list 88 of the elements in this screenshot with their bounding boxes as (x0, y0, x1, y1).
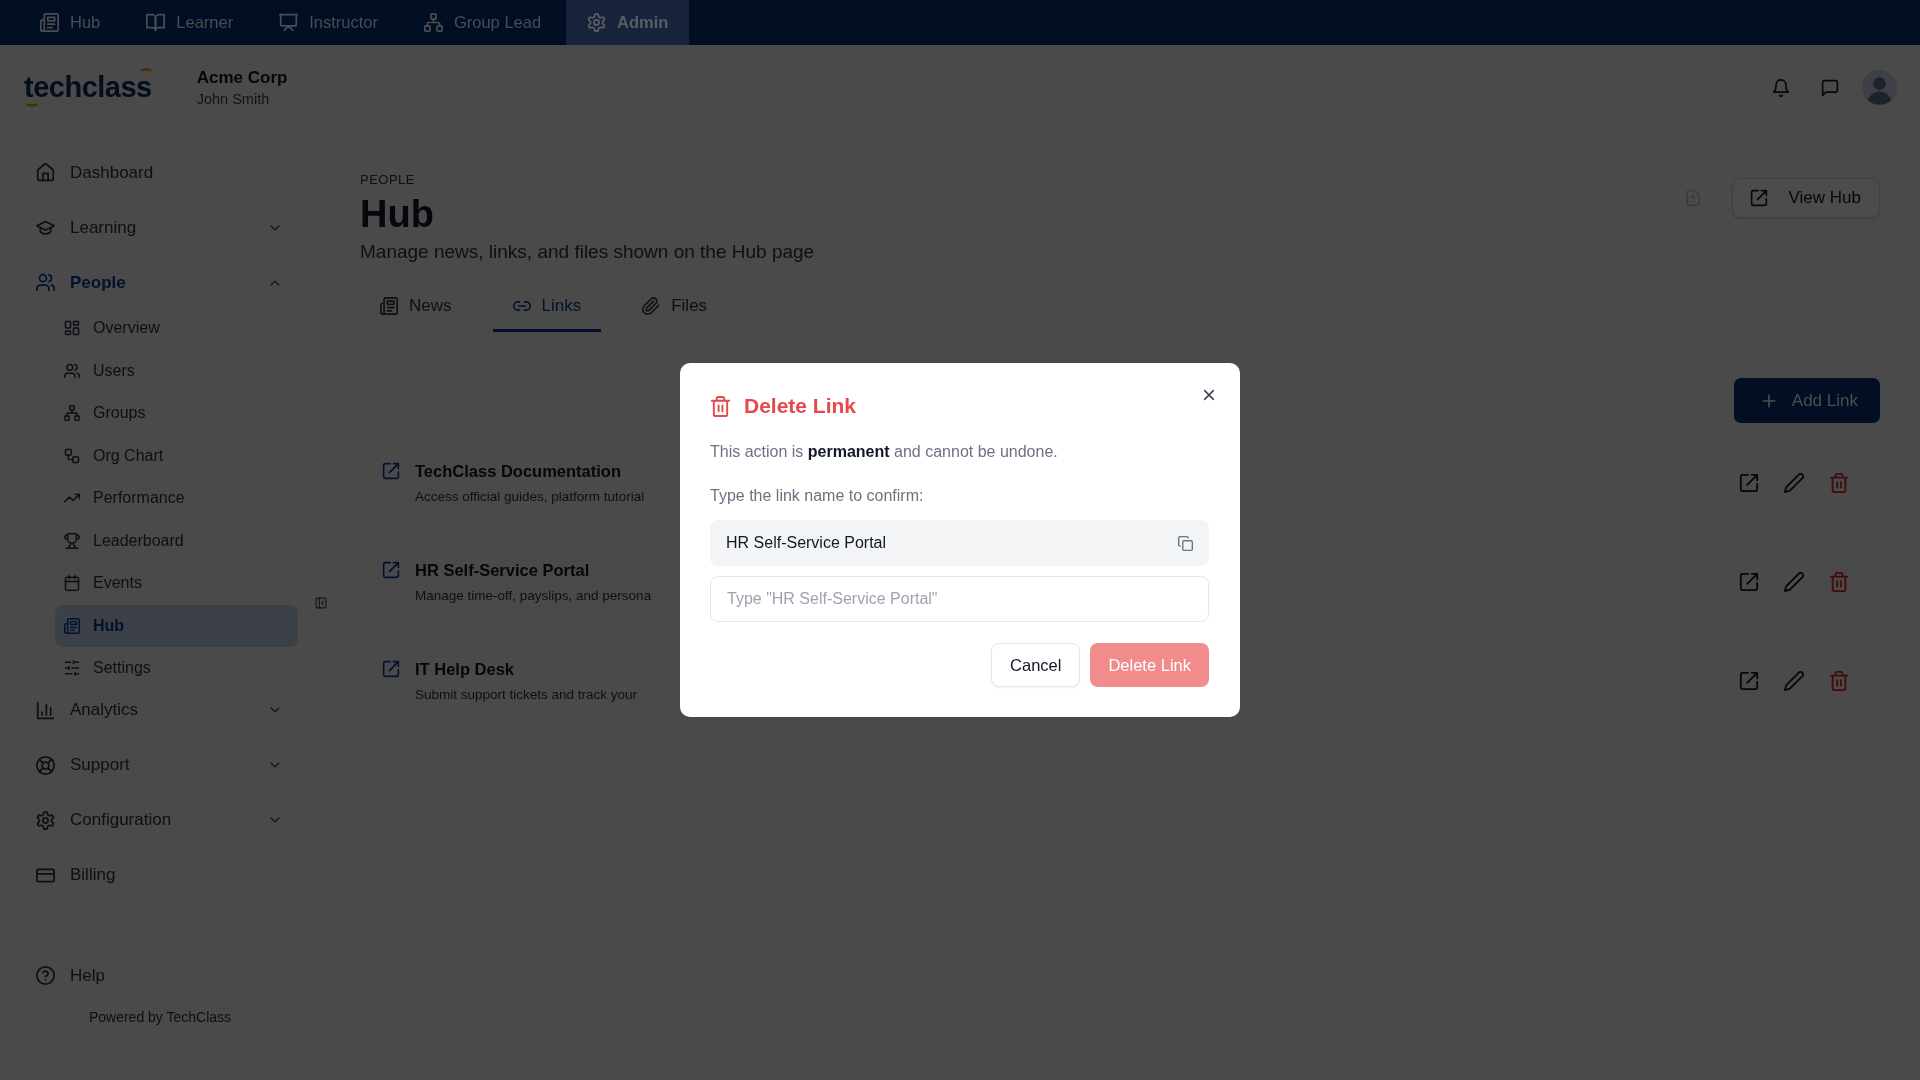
bell-icon[interactable] (1772, 78, 1790, 97)
graduation-cap-icon (36, 218, 55, 237)
external-link-icon (382, 660, 400, 678)
copy-icon[interactable] (1178, 535, 1193, 551)
sidebar-item[interactable]: Billing (22, 852, 298, 898)
people-icon (64, 362, 80, 379)
help-icon (36, 966, 55, 985)
trash-icon[interactable] (1829, 473, 1849, 493)
external-link-icon[interactable] (1739, 473, 1759, 493)
settings-icon (587, 13, 607, 32)
tab[interactable]: News (360, 284, 472, 332)
external-link-icon[interactable] (1739, 671, 1759, 691)
pencil-icon[interactable] (1784, 473, 1804, 493)
calendar-icon (64, 575, 80, 592)
warning-message: This action is permanent and cannot be undone. (710, 442, 1059, 462)
external-link-icon (382, 462, 400, 480)
section-label: PEOPLE (360, 171, 417, 189)
sidebar-item[interactable]: People (22, 260, 298, 305)
link-title: HR Self-Service Portal (415, 560, 590, 581)
presentation-board-icon (279, 13, 299, 32)
link-description: Submit support tickets and track your (415, 686, 638, 704)
trash-icon[interactable] (1829, 671, 1849, 691)
view-hub-button[interactable]: View Hub (1731, 178, 1880, 218)
sidebar-item[interactable]: Support (22, 742, 298, 788)
top-nav-tab[interactable]: Learner (125, 0, 255, 45)
sidebar-subitem[interactable]: Events (55, 562, 298, 605)
pencil-icon[interactable] (1784, 572, 1804, 592)
newspaper-icon (64, 617, 80, 634)
add-link-button[interactable]: Add Link (1733, 378, 1880, 423)
pencil-icon[interactable] (1784, 671, 1804, 691)
external-link-icon[interactable] (1739, 572, 1759, 592)
dialog-title: Delete Link (744, 393, 857, 419)
sidebar-subitem[interactable]: Org Chart (55, 434, 298, 477)
sidebar-item[interactable]: Analytics (22, 687, 298, 733)
help-link[interactable]: Help (22, 953, 298, 998)
sidebar-subitem[interactable]: Settings (55, 647, 298, 690)
external-link-icon (1749, 189, 1768, 207)
sliders-icon (64, 660, 80, 677)
link-name-text: HR Self-Service Portal (726, 533, 887, 553)
sidebar-subitem[interactable]: Users (55, 349, 298, 392)
newspaper-icon (380, 297, 398, 315)
trophy-icon (64, 532, 80, 549)
confirm-input[interactable]: Type "HR Self-Service Portal" (710, 576, 1209, 622)
hierarchy-icon (64, 405, 80, 422)
top-nav-tab[interactable]: Instructor (258, 0, 399, 45)
close-icon[interactable] (1201, 387, 1217, 403)
sidebar-subitem[interactable]: Groups (55, 392, 298, 435)
bar-chart-icon (36, 700, 55, 720)
settings-icon (36, 810, 55, 830)
tab[interactable]: Files (622, 284, 728, 332)
organization-name: Acme Corp (196, 66, 288, 89)
sidebar-item[interactable]: Learning (22, 205, 298, 250)
link-title: IT Help Desk (415, 659, 515, 680)
sidebar-item[interactable]: Configuration (22, 797, 298, 843)
trash-icon (710, 395, 731, 417)
people-icon (36, 273, 55, 292)
collapse-sidebar-icon[interactable] (315, 597, 327, 609)
logo[interactable]: techclass (22, 68, 154, 107)
flowchart-icon (64, 447, 80, 464)
external-link-icon (382, 561, 400, 579)
sidebar-subitem[interactable]: Overview (55, 307, 298, 350)
top-nav-tab[interactable]: Group Lead (402, 0, 563, 45)
powered-by-text: Powered by TechClass (87, 1008, 233, 1026)
home-icon (36, 163, 55, 182)
link-description: Manage time-off, payslips, and persona (415, 587, 652, 605)
confirm-prompt: Type the link name to confirm: (710, 486, 925, 506)
trash-icon[interactable] (1829, 572, 1849, 592)
top-nav-tab[interactable]: Hub (19, 0, 122, 45)
cancel-button[interactable]: Cancel (991, 643, 1081, 687)
avatar-icon[interactable] (1862, 70, 1897, 105)
paperclip-icon (642, 297, 661, 315)
user-name: John Smith (196, 89, 271, 109)
sidebar-subitem[interactable]: Performance (55, 477, 298, 520)
book-icon (146, 13, 166, 32)
tab[interactable]: Links (492, 284, 602, 332)
link-title: TechClass Documentation (415, 461, 621, 482)
sidebar-subitem[interactable]: Hub (55, 604, 298, 647)
hierarchy-icon (423, 13, 443, 32)
page-title: Hub (360, 192, 435, 236)
newspaper-icon (40, 13, 59, 32)
page-subtitle: Manage news, links, and files shown on the Hub page (360, 240, 815, 264)
chat-icon[interactable] (1821, 78, 1839, 97)
lifebuoy-icon (36, 755, 55, 775)
link-description: Access official guides, platform tutorial (415, 488, 645, 506)
sidebar-subitem[interactable]: Leaderboard (55, 519, 298, 562)
sidebar-item[interactable]: Dashboard (22, 150, 298, 195)
dashboard-grid-icon (64, 320, 80, 337)
top-nav-tab[interactable]: Admin (566, 0, 690, 45)
